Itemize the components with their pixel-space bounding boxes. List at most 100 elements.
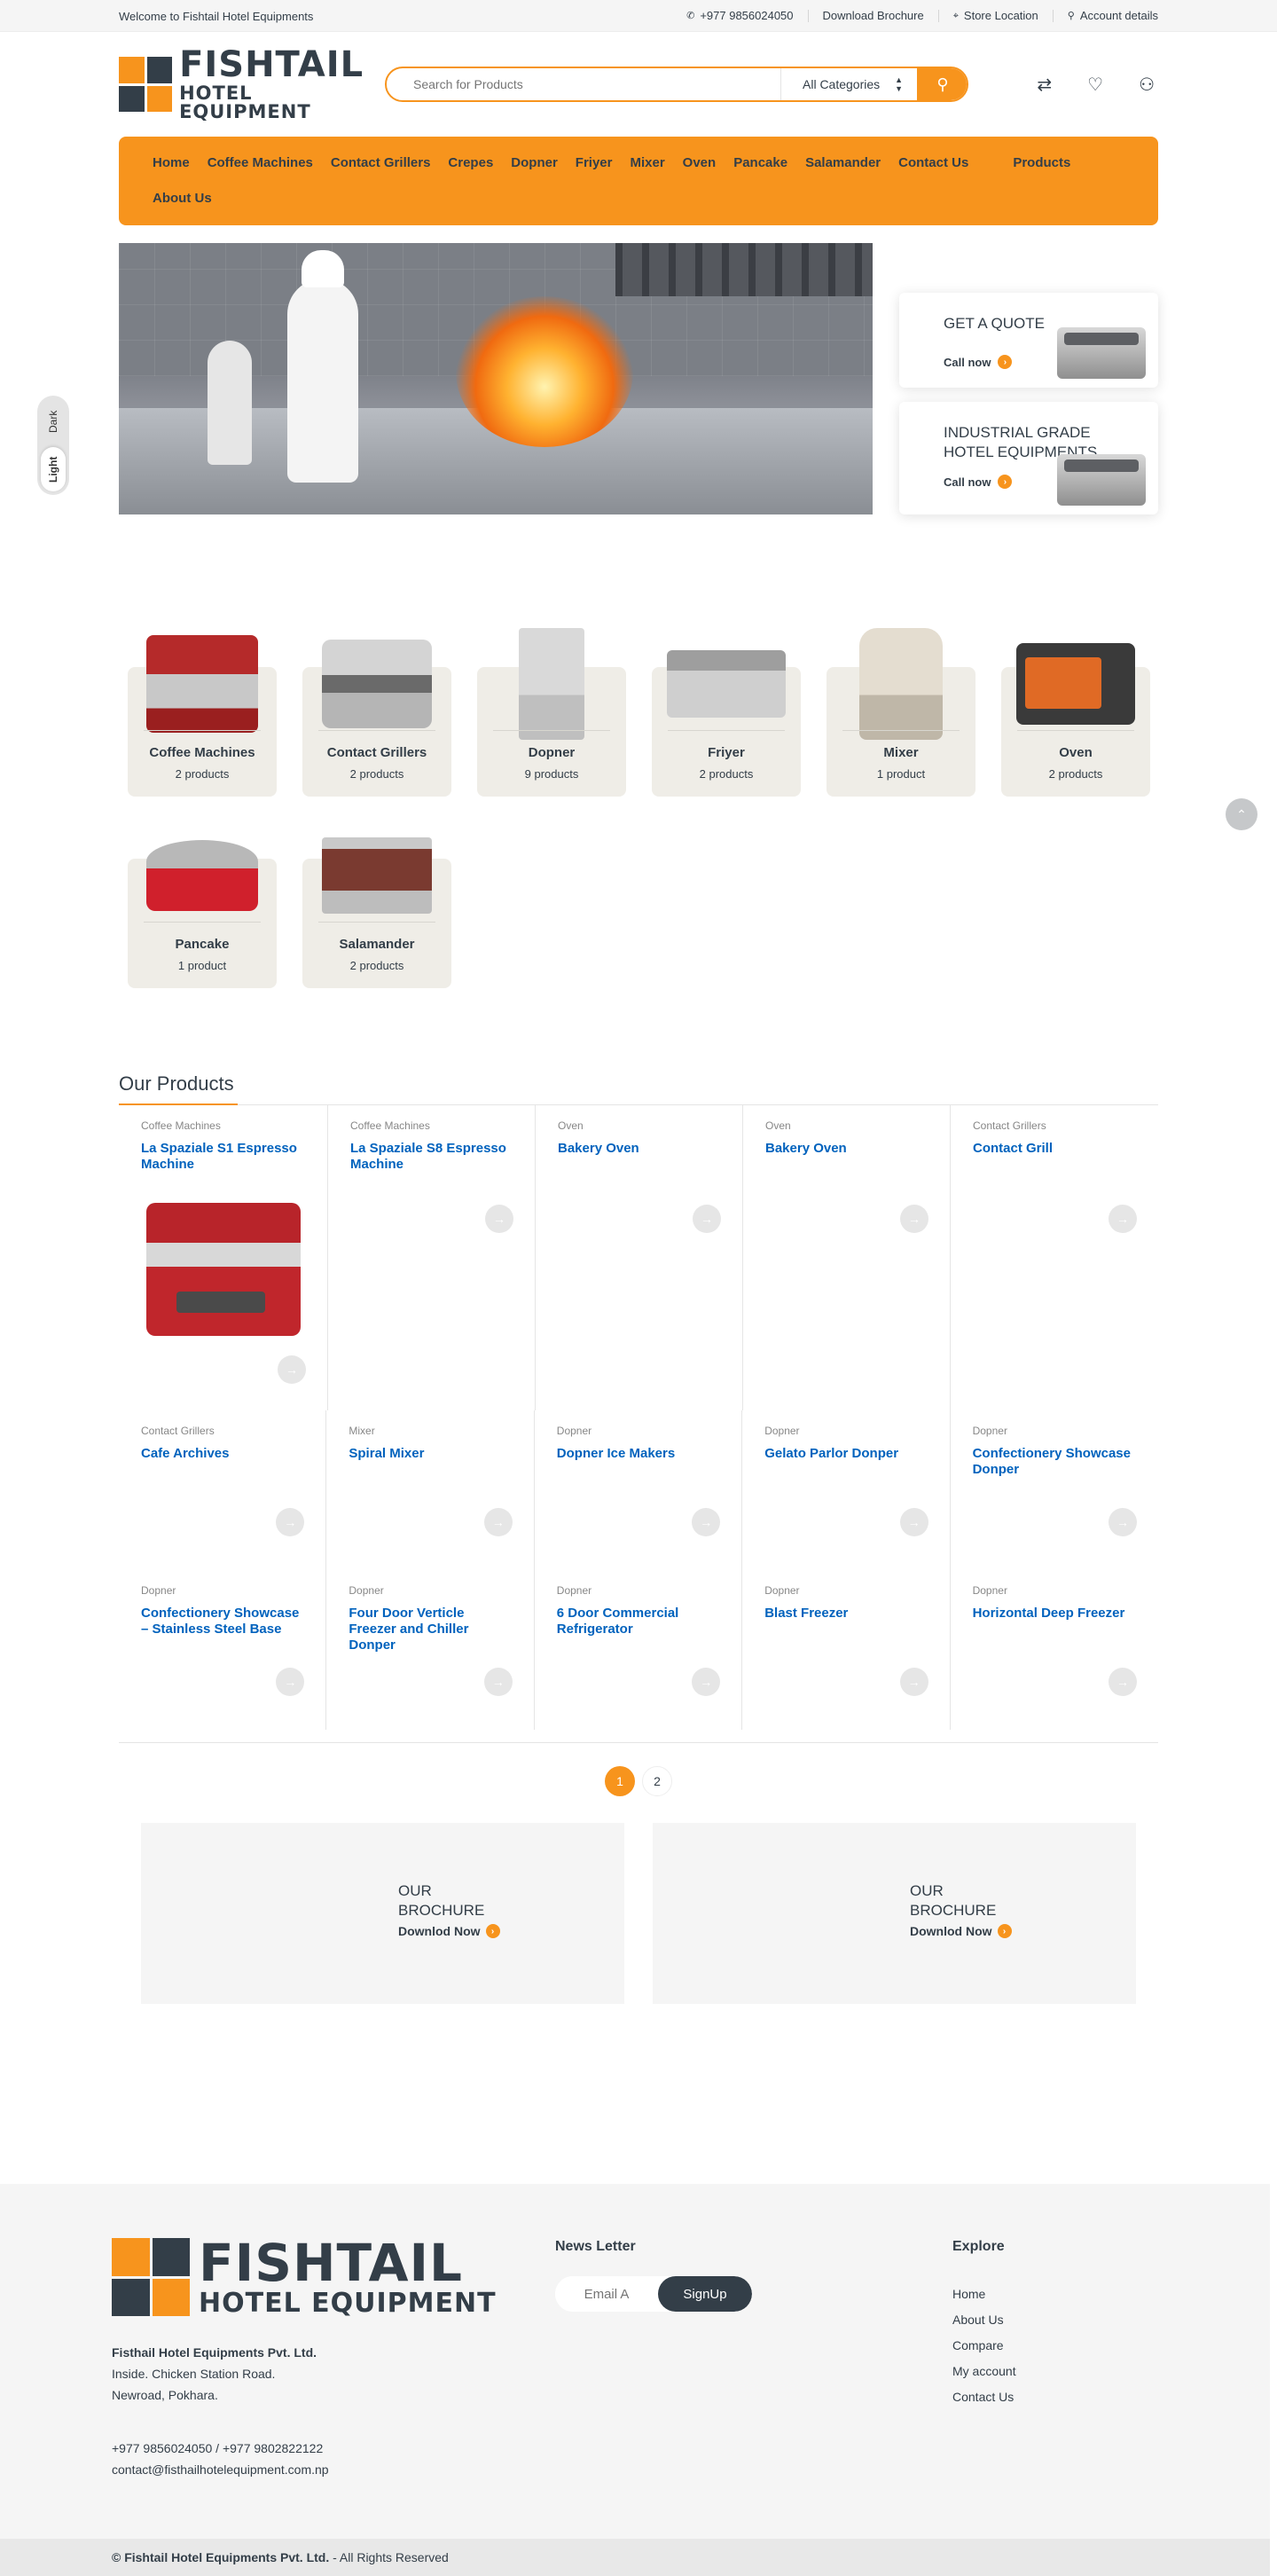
product-name-link[interactable]: Blast Freezer [764, 1606, 928, 1622]
footer-link-home[interactable]: Home [952, 2281, 1016, 2307]
product-card[interactable]: Dopner Dopner Ice Makers → [535, 1410, 743, 1570]
product-card[interactable]: Contact Grillers Contact Grill → [951, 1105, 1158, 1410]
store-location-link[interactable]: ⌖ Store Location [937, 10, 1053, 22]
arrow-right-icon[interactable]: → [276, 1668, 305, 1696]
product-card[interactable]: Dopner Confectionery Showcase – Stainles… [119, 1570, 327, 1730]
category-card-contact-grillers[interactable]: Contact Grillers 2 products [302, 626, 451, 797]
category-card-friyer[interactable]: Friyer 2 products [652, 626, 801, 797]
footer-email[interactable]: contact@fisthailhotelequipment.com.np [112, 2459, 329, 2480]
product-name-link[interactable]: Four Door Verticle Freezer and Chiller D… [349, 1606, 512, 1653]
product-card[interactable]: Dopner Blast Freezer → [742, 1570, 951, 1730]
chevron-right-icon: › [485, 1924, 500, 1938]
product-name-link[interactable]: Confectionery Showcase – Stainless Steel… [141, 1606, 304, 1637]
arrow-right-icon[interactable]: → [1109, 1205, 1137, 1233]
theme-toggle[interactable]: Dark Light [37, 396, 69, 495]
footer-link-compare[interactable]: Compare [952, 2333, 1016, 2359]
product-card[interactable]: Dopner Confectionery Showcase Donper → [951, 1410, 1158, 1570]
page-2-link[interactable]: 2 [642, 1766, 672, 1796]
product-card[interactable]: Dopner Four Door Verticle Freezer and Ch… [326, 1570, 535, 1730]
category-card-oven[interactable]: Oven 2 products [1001, 626, 1150, 797]
product-card[interactable]: Oven Bakery Oven → [536, 1105, 743, 1410]
nav-products[interactable]: Products [1004, 145, 1079, 181]
nav-salamander[interactable]: Salamander [796, 145, 889, 181]
compare-icon[interactable]: ⇄ [1037, 74, 1052, 96]
wishlist-heart-icon[interactable]: ♡ [1087, 74, 1103, 96]
product-name-link[interactable]: Spiral Mixer [349, 1446, 512, 1462]
product-name-link[interactable]: Horizontal Deep Freezer [973, 1606, 1137, 1622]
search-button[interactable]: ⚲ [917, 68, 967, 100]
product-name-link[interactable]: 6 Door Commercial Refrigerator [557, 1606, 720, 1637]
arrow-right-icon[interactable]: → [692, 1668, 721, 1696]
site-logo[interactable]: FISHTAIL HOTEL EQUIPMENT [119, 47, 385, 122]
industrial-equipment-card[interactable]: INDUSTRIAL GRADE HOTEL EQUIPMENTS Call n… [899, 402, 1158, 514]
nav-pancake[interactable]: Pancake [725, 145, 796, 181]
nav-contact-us[interactable]: Contact Us [889, 145, 977, 181]
download-brochure-link[interactable]: Download Brochure [807, 10, 938, 22]
footer-logo[interactable]: FISHTAIL HOTEL EQUIPMENT [112, 2237, 497, 2317]
get-quote-card[interactable]: GET A QUOTE Call now › [899, 293, 1158, 389]
footer-link-my-account[interactable]: My account [952, 2359, 1016, 2384]
arrow-right-icon[interactable]: → [900, 1205, 928, 1233]
product-name-link[interactable]: La Spaziale S8 Espresso Machine [350, 1141, 513, 1173]
product-name-link[interactable]: Dopner Ice Makers [557, 1446, 720, 1462]
category-card-mixer[interactable]: Mixer 1 product [827, 626, 975, 797]
product-card[interactable]: Contact Grillers Cafe Archives → [119, 1410, 327, 1570]
category-card-pancake[interactable]: Pancake 1 product [128, 818, 277, 988]
arrow-right-icon[interactable]: → [485, 1205, 513, 1233]
footer-link-about-us[interactable]: About Us [952, 2307, 1016, 2333]
product-card[interactable]: Dopner 6 Door Commercial Refrigerator → [535, 1570, 743, 1730]
account-details-link[interactable]: ⚲ Account details [1052, 10, 1158, 22]
search-input[interactable] [387, 68, 780, 100]
arrow-right-icon[interactable]: → [1108, 1668, 1137, 1696]
product-name-link[interactable]: Cafe Archives [141, 1446, 304, 1462]
category-card-dopner[interactable]: Dopner 9 products [477, 626, 626, 797]
theme-dark-option[interactable]: Dark [41, 399, 66, 444]
arrow-right-icon[interactable]: → [483, 1508, 513, 1536]
product-name-link[interactable]: Bakery Oven [765, 1141, 928, 1157]
category-card-coffee-machines[interactable]: Coffee Machines 2 products [128, 626, 277, 797]
product-name-link[interactable]: Bakery Oven [558, 1141, 721, 1157]
chevron-right-icon: › [998, 475, 1013, 490]
download-now-link[interactable]: Downlod Now › [398, 1924, 624, 1938]
footer-link-contact-us[interactable]: Contact Us [952, 2384, 1016, 2410]
page-1-current[interactable]: 1 [605, 1766, 635, 1796]
product-name-link[interactable]: La Spaziale S1 Espresso Machine [141, 1141, 306, 1173]
arrow-right-icon[interactable]: → [278, 1355, 306, 1384]
arrow-right-icon[interactable]: → [899, 1668, 928, 1696]
brochure-banner[interactable]: OUR BROCHURE Downlod Now › [653, 1823, 1136, 2004]
nav-mixer[interactable]: Mixer [621, 145, 673, 181]
product-name-link[interactable]: Confectionery Showcase Donper [973, 1446, 1137, 1478]
product-name-link[interactable]: Gelato Parlor Donper [764, 1446, 928, 1462]
arrow-right-icon[interactable]: → [899, 1508, 928, 1536]
nav-home[interactable]: Home [144, 145, 199, 181]
nav-friyer[interactable]: Friyer [567, 145, 622, 181]
product-card[interactable]: Coffee Machines La Spaziale S1 Espresso … [119, 1105, 328, 1410]
arrow-right-icon[interactable]: → [693, 1205, 721, 1233]
product-card[interactable]: Dopner Gelato Parlor Donper → [742, 1410, 951, 1570]
product-card[interactable]: Dopner Horizontal Deep Freezer → [951, 1570, 1158, 1730]
product-card[interactable]: Oven Bakery Oven → [743, 1105, 951, 1410]
category-card-salamander[interactable]: Salamander 2 products [302, 818, 451, 988]
product-card[interactable]: Mixer Spiral Mixer → [326, 1410, 535, 1570]
newsletter-email-input[interactable] [555, 2276, 658, 2312]
account-user-icon[interactable]: ⚇ [1139, 74, 1155, 96]
nav-about-us[interactable]: About Us [144, 181, 221, 216]
nav-crepes[interactable]: Crepes [439, 145, 502, 181]
arrow-right-icon[interactable]: → [1108, 1508, 1137, 1536]
nav-coffee-machines[interactable]: Coffee Machines [199, 145, 322, 181]
arrow-right-icon[interactable]: → [483, 1668, 513, 1696]
arrow-right-icon[interactable]: → [276, 1508, 305, 1536]
nav-oven[interactable]: Oven [674, 145, 725, 181]
nav-contact-grillers[interactable]: Contact Grillers [322, 145, 440, 181]
signup-button[interactable]: SignUp [658, 2276, 752, 2312]
product-card[interactable]: Coffee Machines La Spaziale S8 Espresso … [328, 1105, 536, 1410]
scroll-to-top-button[interactable]: ⌃ [1226, 798, 1257, 830]
category-select[interactable]: All Categories ▲ ▼ [780, 68, 917, 100]
nav-dopner[interactable]: Dopner [502, 145, 567, 181]
product-name-link[interactable]: Contact Grill [973, 1141, 1137, 1157]
phone-link[interactable]: ✆ +977 9856024050 [672, 10, 807, 22]
arrow-right-icon[interactable]: → [692, 1508, 721, 1536]
brochure-banner[interactable]: OUR BROCHURE Downlod Now › [141, 1823, 624, 2004]
download-now-link[interactable]: Downlod Now › [910, 1924, 1136, 1938]
theme-light-option[interactable]: Light [41, 447, 66, 491]
